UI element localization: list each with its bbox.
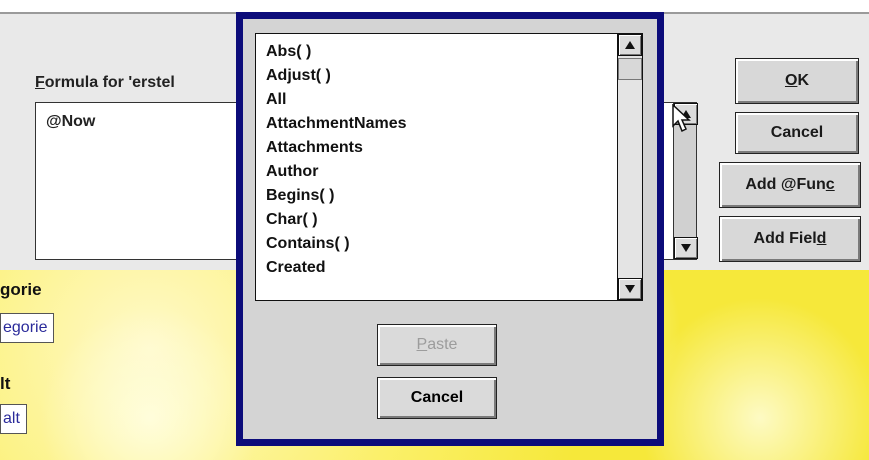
list-item[interactable]: Author — [266, 160, 406, 184]
list-item[interactable]: Char( ) — [266, 208, 406, 232]
mouse-pointer-icon — [672, 103, 694, 139]
formula-label: Formula for 'erstel — [35, 74, 175, 91]
scroll-thumb[interactable] — [618, 58, 642, 80]
scroll-up-arrow-icon[interactable] — [618, 34, 642, 56]
list-item[interactable]: Abs( ) — [266, 40, 406, 64]
list-item[interactable]: AttachmentNames — [266, 112, 406, 136]
content-label: lt — [0, 374, 11, 393]
list-item[interactable]: Created — [266, 256, 406, 280]
list-item[interactable]: All — [266, 88, 406, 112]
list-item[interactable]: Attachments — [266, 136, 406, 160]
list-item[interactable]: Begins( ) — [266, 184, 406, 208]
category-label: gorie — [0, 280, 42, 299]
scroll-down-arrow-icon[interactable] — [674, 237, 698, 259]
content-field[interactable]: alt — [0, 404, 27, 434]
list-item[interactable]: Adjust( ) — [266, 64, 406, 88]
formula-text: @Now — [46, 113, 96, 130]
add-field-button[interactable]: Add Fiel d — [719, 216, 861, 262]
category-field[interactable]: egorie — [0, 313, 55, 343]
list-scrollbar[interactable] — [617, 34, 642, 300]
list-cancel-button[interactable]: Cancel — [377, 377, 497, 419]
scroll-down-arrow-icon[interactable] — [618, 278, 642, 300]
paste-button[interactable]: Paste — [377, 324, 497, 366]
list-item[interactable]: Contains( ) — [266, 232, 406, 256]
cancel-button[interactable]: Cancel — [735, 112, 859, 154]
function-list: Abs( ) Adjust( ) All AttachmentNames Att… — [266, 40, 406, 280]
function-list-dialog: Abs( ) Adjust( ) All AttachmentNames Att… — [236, 12, 664, 446]
function-listbox[interactable]: Abs( ) Adjust( ) All AttachmentNames Att… — [255, 33, 643, 301]
ok-button[interactable]: OK — [735, 58, 859, 104]
add-func-button[interactable]: Add @Fun c — [719, 162, 861, 208]
